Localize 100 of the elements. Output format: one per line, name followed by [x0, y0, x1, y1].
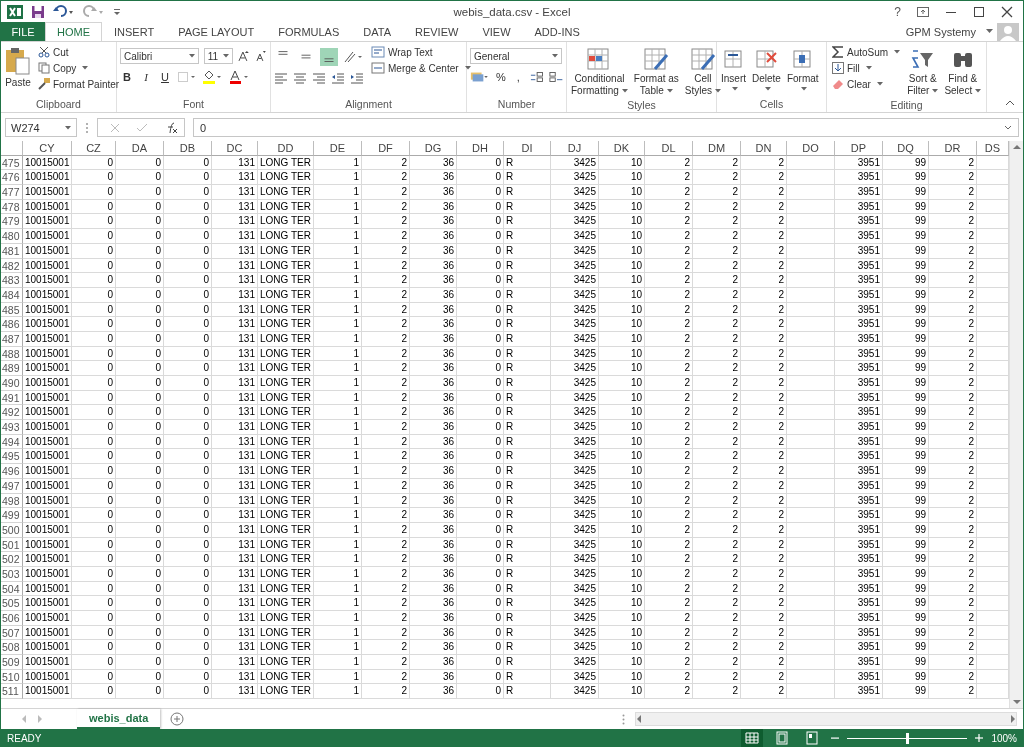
save-icon[interactable]	[31, 4, 45, 19]
table-cell[interactable]: 10	[599, 508, 645, 523]
table-cell[interactable]: 10	[599, 493, 645, 509]
table-cell[interactable]: 2	[929, 640, 977, 656]
table-cell[interactable]: 10015001	[23, 199, 72, 215]
table-cell[interactable]: LONG TER	[258, 537, 314, 553]
table-cell[interactable]: 3425	[551, 376, 599, 391]
table-cell[interactable]: 36	[410, 170, 457, 186]
table-cell[interactable]: 0	[457, 566, 504, 582]
copy-button[interactable]: Copy	[36, 61, 122, 75]
underline-button[interactable]: U	[158, 71, 172, 83]
table-cell[interactable]: 3425	[551, 331, 599, 347]
table-cell[interactable]: 3951	[835, 611, 883, 626]
table-cell[interactable]: 0	[457, 243, 504, 259]
table-cell[interactable]: R	[504, 361, 551, 376]
table-cell[interactable]: 3951	[835, 449, 883, 465]
table-cell[interactable]: 36	[410, 655, 457, 670]
table-cell[interactable]: LONG TER	[258, 346, 314, 362]
table-cell[interactable]: 2	[929, 346, 977, 362]
empty-cell[interactable]	[787, 478, 835, 494]
table-cell[interactable]: 10	[599, 464, 645, 479]
table-cell[interactable]: 36	[410, 376, 457, 391]
table-cell[interactable]: 2	[645, 640, 693, 656]
table-cell[interactable]: 3951	[835, 155, 883, 171]
table-cell[interactable]: 2	[693, 420, 741, 435]
row-header[interactable]: 493	[1, 420, 23, 435]
table-cell[interactable]: 131	[212, 449, 258, 465]
dropdown-caret-icon[interactable]	[82, 66, 89, 70]
table-cell[interactable]: 0	[72, 464, 116, 479]
table-cell[interactable]: 2	[693, 317, 741, 332]
table-cell[interactable]: 3425	[551, 405, 599, 421]
table-cell[interactable]: 131	[212, 405, 258, 421]
table-cell[interactable]: 2	[362, 361, 410, 376]
table-cell[interactable]: 2	[741, 420, 787, 435]
table-cell[interactable]: 36	[410, 434, 457, 450]
column-header[interactable]: DO	[787, 141, 835, 156]
column-header[interactable]: DC	[212, 141, 258, 156]
table-cell[interactable]: 1	[314, 611, 362, 626]
table-cell[interactable]: 0	[164, 273, 212, 288]
table-cell[interactable]: 3951	[835, 199, 883, 215]
table-cell[interactable]: 131	[212, 199, 258, 215]
table-cell[interactable]: 0	[164, 170, 212, 186]
table-cell[interactable]: 2	[693, 214, 741, 230]
clear-button[interactable]: Clear	[830, 77, 903, 91]
table-cell[interactable]: 99	[883, 405, 929, 421]
table-cell[interactable]: 1	[314, 434, 362, 450]
table-cell[interactable]: 0	[116, 611, 164, 626]
table-cell[interactable]: 0	[457, 625, 504, 641]
table-cell[interactable]: 2	[693, 669, 741, 685]
table-cell[interactable]: 2	[645, 214, 693, 230]
table-cell[interactable]: 36	[410, 273, 457, 288]
column-header[interactable]: DQ	[883, 141, 929, 156]
table-cell[interactable]: 131	[212, 625, 258, 641]
table-cell[interactable]: LONG TER	[258, 229, 314, 244]
merge-center-button[interactable]: Merge & Center	[369, 61, 473, 75]
row-header[interactable]: 499	[1, 508, 23, 523]
table-cell[interactable]: LONG TER	[258, 317, 314, 332]
table-cell[interactable]: 2	[362, 258, 410, 274]
table-cell[interactable]: R	[504, 596, 551, 611]
table-cell[interactable]: 2	[693, 287, 741, 303]
table-cell[interactable]: 2	[362, 390, 410, 406]
table-cell[interactable]: LONG TER	[258, 493, 314, 509]
table-cell[interactable]: 10015001	[23, 434, 72, 450]
scroll-left-icon[interactable]	[21, 715, 27, 723]
table-cell[interactable]: LONG TER	[258, 508, 314, 523]
table-cell[interactable]: 2	[693, 508, 741, 523]
add-sheet-icon[interactable]	[170, 712, 185, 726]
table-cell[interactable]: 2	[693, 478, 741, 494]
table-cell[interactable]: 10015001	[23, 625, 72, 641]
empty-cell[interactable]	[787, 302, 835, 318]
table-cell[interactable]: 2	[741, 199, 787, 215]
table-cell[interactable]: 2	[929, 596, 977, 611]
table-cell[interactable]: 99	[883, 185, 929, 200]
enter-icon[interactable]	[136, 122, 148, 133]
table-cell[interactable]: 10015001	[23, 346, 72, 362]
ribbon-tab[interactable]: HOME	[45, 22, 102, 41]
table-cell[interactable]: 2	[645, 552, 693, 567]
table-cell[interactable]: 0	[116, 331, 164, 347]
table-cell[interactable]: 2	[645, 581, 693, 597]
table-cell[interactable]: LONG TER	[258, 361, 314, 376]
dropdown-caret-icon[interactable]	[666, 89, 673, 94]
table-cell[interactable]: 1	[314, 302, 362, 318]
table-cell[interactable]: 0	[164, 655, 212, 670]
table-cell[interactable]: 99	[883, 287, 929, 303]
table-cell[interactable]: 3425	[551, 581, 599, 597]
table-cell[interactable]: 0	[164, 155, 212, 171]
table-cell[interactable]: 10015001	[23, 537, 72, 553]
table-cell[interactable]: 2	[645, 390, 693, 406]
table-cell[interactable]: 0	[116, 170, 164, 186]
table-cell[interactable]: R	[504, 331, 551, 347]
table-cell[interactable]: 131	[212, 170, 258, 186]
table-cell[interactable]: R	[504, 684, 551, 700]
table-cell[interactable]: 3425	[551, 478, 599, 494]
table-cell[interactable]: 2	[929, 258, 977, 274]
table-cell[interactable]: 3951	[835, 185, 883, 200]
table-cell[interactable]: 131	[212, 552, 258, 567]
table-cell[interactable]: LONG TER	[258, 581, 314, 597]
table-cell[interactable]: 99	[883, 684, 929, 700]
table-cell[interactable]: 2	[362, 611, 410, 626]
table-cell[interactable]: 0	[457, 596, 504, 611]
